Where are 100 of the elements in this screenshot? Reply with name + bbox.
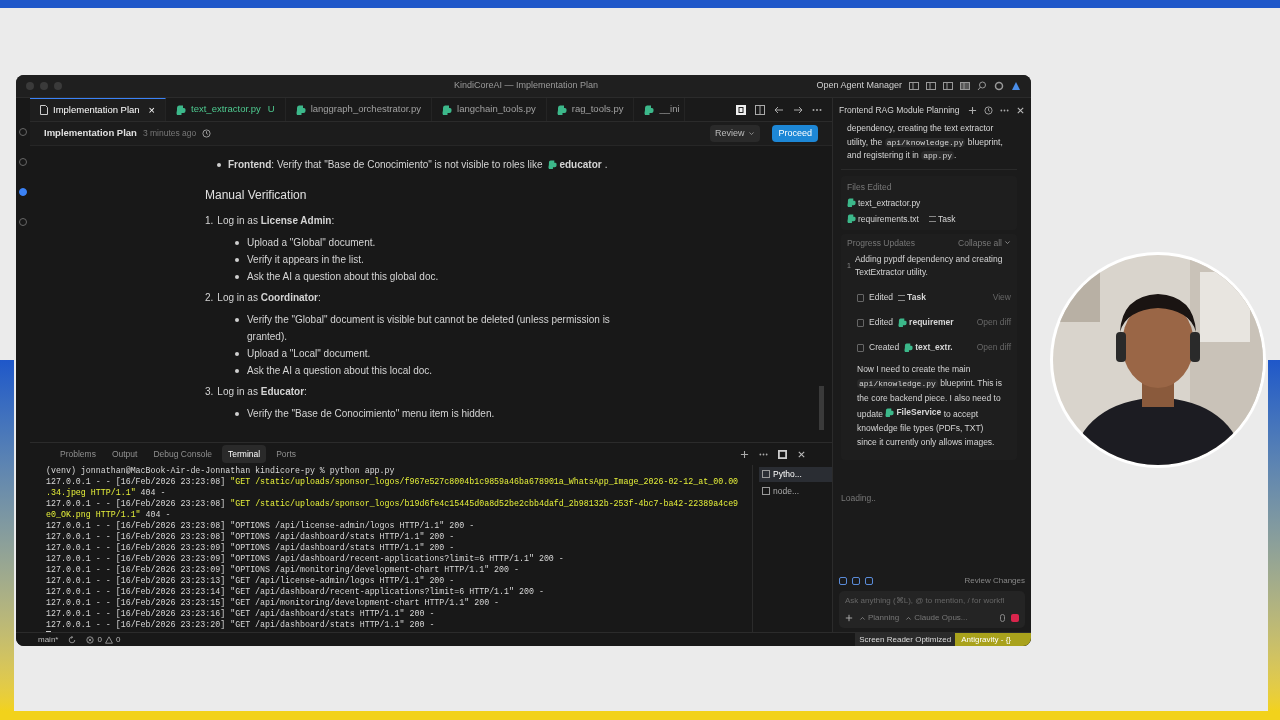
document-title: Implementation Plan: [44, 126, 137, 141]
file-icon: [176, 104, 187, 115]
action-label: Edited: [869, 316, 894, 330]
terminal-line: .34.jpeg HTTP/1.1" 404 -: [46, 487, 167, 498]
panel-tab[interactable]: Output: [105, 444, 144, 464]
terminal-line: e0_OK.png HTTP/1.1" 404 -: [46, 509, 172, 520]
split-editor-icon[interactable]: [755, 104, 765, 115]
editor-tab[interactable]: rag_tools.py: [546, 98, 635, 121]
section-heading: Manual Verification: [205, 187, 308, 204]
model-selector[interactable]: Claude Opus...: [905, 612, 968, 624]
forward-arrow-icon[interactable]: [793, 104, 803, 115]
timestamp: 3 minutes ago: [142, 127, 197, 140]
panel-tab[interactable]: Debug Console: [147, 444, 219, 464]
bullet-icon: [235, 411, 239, 416]
terminal-line: 127.0.0.1 - - [16/Feb/2026 23:23:15] "GET /api/monitoring/development-chart HTTP/1.1" 200 -: [46, 597, 501, 608]
editor-tab[interactable]: __ini: [634, 98, 685, 121]
history-icon[interactable]: [984, 105, 993, 115]
panel-icon[interactable]: [943, 81, 953, 91]
mode-selector[interactable]: Planning: [859, 612, 900, 624]
editor-tab[interactable]: langchain_tools.py: [432, 98, 547, 121]
plan-text: Frontend: Verify that "Base de Conocimiento" is not visible to roles like: [228, 158, 543, 172]
source-control-icon[interactable]: [19, 188, 27, 196]
terminal-line: 127.0.0.1 - - [16/Feb/2026 23:23:20] "GET /api/dashboard/stats HTTP/1.1" 200 -: [46, 619, 436, 630]
list-number: 2.: [205, 291, 214, 305]
back-arrow-icon[interactable]: [774, 104, 784, 115]
terminal-session[interactable]: node...: [759, 483, 832, 499]
bullet-icon: [235, 257, 239, 262]
proceed-button[interactable]: Proceed: [772, 124, 818, 143]
account-icon[interactable]: [1011, 81, 1021, 91]
editor-tab[interactable]: text_extractor.py U: [166, 98, 286, 121]
file-icon: [847, 198, 856, 207]
history-icon[interactable]: [202, 129, 212, 138]
terminal-line: 127.0.0.1 - - [16/Feb/2026 23:23:09] "OPTIONS /api/dashboard/recent-applications?limit=6 HTTP/1.1" 200 -: [46, 553, 565, 564]
file-link[interactable]: Task: [928, 210, 956, 227]
sidebar-icon[interactable]: [960, 81, 970, 91]
list-icon: [898, 294, 906, 301]
problems-indicator[interactable]: 0 0: [86, 633, 121, 646]
close-icon[interactable]: [1016, 105, 1025, 115]
file-link[interactable]: text_extractor.py: [847, 194, 921, 211]
error-icon: [86, 635, 95, 644]
warning-count: 0: [115, 633, 121, 646]
review-changes-button[interactable]: Review Changes: [964, 575, 1025, 587]
step-text: Adding pypdf dependency and creating TextExtractor utility.: [854, 253, 1004, 280]
maximize-icon[interactable]: [778, 449, 787, 459]
file-icon: [556, 104, 567, 115]
preview-icon[interactable]: [736, 104, 746, 115]
panel-tab[interactable]: Problems: [54, 444, 102, 464]
status-item[interactable]: Screen Reader Optimized: [855, 633, 956, 646]
step-item: Ask the AI a question about this local doc.: [247, 364, 433, 378]
step-text: Log in as Coordinator:: [217, 291, 321, 305]
loading-text: Loading..: [841, 491, 877, 505]
file-link[interactable]: requirements.txt: [847, 210, 919, 227]
stop-icon[interactable]: [1011, 614, 1019, 622]
close-icon[interactable]: ×: [148, 101, 156, 119]
editor-tab[interactable]: Implementation Plan ×: [30, 98, 167, 121]
chevron-icon: [905, 614, 913, 622]
add-icon[interactable]: [845, 614, 853, 622]
add-icon[interactable]: [968, 105, 977, 115]
step-item: Verify the "Global" document is visible but cannot be deleted (unless permission is granted).: [247, 313, 611, 344]
sync-icon[interactable]: [68, 635, 77, 644]
agent-manager-link[interactable]: Open Agent Manager: [816, 79, 902, 93]
file-link[interactable]: requiremer: [898, 316, 954, 330]
panel-tab[interactable]: Terminal: [222, 444, 267, 464]
file-icon: [857, 293, 864, 302]
review-button[interactable]: Review: [709, 124, 761, 143]
action-label: Edited: [869, 291, 894, 305]
file-link[interactable]: text_extr.: [904, 341, 953, 355]
add-icon[interactable]: [740, 449, 749, 459]
warning-icon: [104, 635, 113, 644]
step-item: Verify it appears in the list.: [247, 253, 364, 267]
file-icon: [857, 343, 864, 352]
editor-tab[interactable]: langgraph_orchestrator.py: [285, 98, 432, 121]
action-label: Created: [869, 341, 900, 355]
file-icon: [847, 214, 856, 223]
conversation-title: Frontend RAG Module Planning: [839, 103, 960, 117]
terminal-session[interactable]: Pytho...: [759, 467, 832, 482]
code-reference: educator: [548, 156, 602, 173]
bullet-icon: [217, 162, 221, 167]
list-number: 1.: [205, 214, 214, 228]
section-label: Files Edited: [847, 180, 893, 194]
status-letter: U: [267, 102, 275, 117]
chevron-icon: [1004, 239, 1011, 247]
step-item: Upload a "Global" document.: [247, 236, 376, 250]
file-link[interactable]: Task: [898, 291, 926, 305]
sidebar-icon[interactable]: [926, 81, 936, 91]
microphone-icon[interactable]: [1000, 614, 1005, 622]
scrollbar-thumb[interactable]: [819, 386, 824, 430]
layout-icon[interactable]: [909, 81, 919, 91]
branch-name[interactable]: main*: [38, 633, 59, 646]
file-icon[interactable]: [839, 577, 847, 585]
terminal-line: 127.0.0.1 - - [16/Feb/2026 23:23:08] "GET /static/uploads/sponsor_logos/f967e527c8004b1c9859a46ba678901a_WhatsApp_Image_2026-02-12_at_00.00: [46, 476, 740, 487]
bullet-icon: [235, 317, 239, 322]
panel-tab[interactable]: Ports: [270, 444, 302, 464]
close-icon[interactable]: [797, 449, 806, 459]
file-icon: [644, 104, 655, 115]
terminal-line: 127.0.0.1 - - [16/Feb/2026 23:23:09] "OPTIONS /api/monitoring/development-chart HTTP/1.1" 200 -: [46, 564, 520, 575]
file-icon: [857, 318, 864, 327]
collapse-all-link[interactable]: Collapse all: [958, 236, 1011, 250]
list-number: 3.: [205, 385, 214, 399]
terminal-line: 127.0.0.1 - - [16/Feb/2026 23:23:16] "GET /api/dashboard/stats HTTP/1.1" 200 -: [46, 608, 436, 619]
